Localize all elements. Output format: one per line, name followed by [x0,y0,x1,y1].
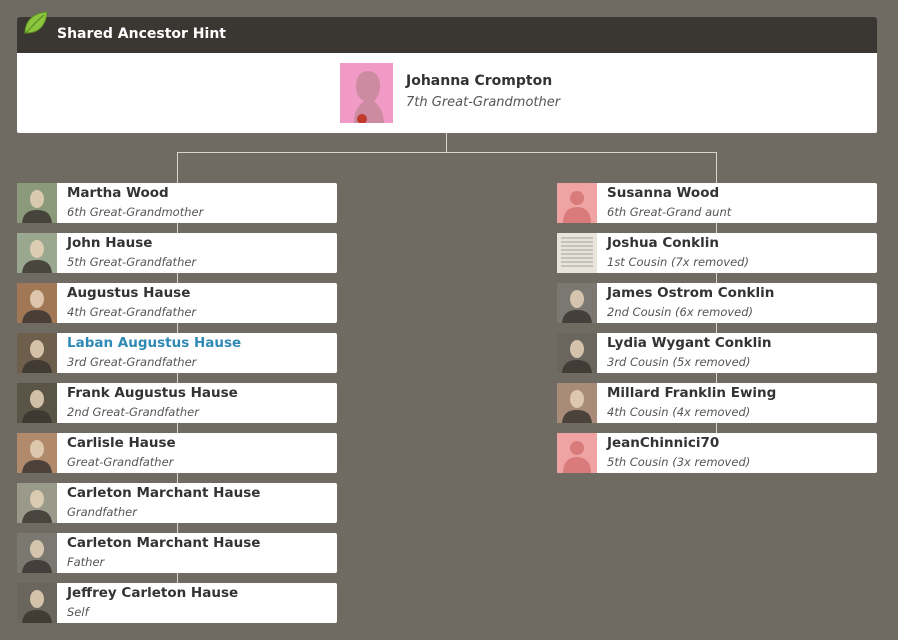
person-photo [17,333,57,373]
person-photo [557,333,597,373]
tree-line [177,152,717,153]
person-photo [17,233,57,273]
person-name[interactable]: Carleton Marchant Hause [67,535,260,551]
person-photo [17,483,57,523]
person-card[interactable]: Carlisle Hause Great-Grandfather [17,433,337,473]
person-relation: Father [67,555,105,569]
person-photo [17,583,57,623]
person-card[interactable]: Lydia Wygant Conklin 3rd Cousin (5x remov… [557,333,877,373]
person-card[interactable]: Jeffrey Carleton Hause Self [17,583,337,623]
person-card[interactable]: Carleton Marchant Hause Grandfather [17,483,337,523]
leaf-icon [24,11,48,34]
person-relation: 5th Great-Grandfather [67,255,197,269]
person-relation: 1st Cousin (7x removed) [607,255,749,269]
person-relation: Great-Grandfather [67,455,174,469]
person-relation: 3rd Great-Grandfather [67,355,197,369]
person-card[interactable]: Augustus Hause 4th Great-Grandfather [17,283,337,323]
person-card[interactable]: Frank Augustus Hause 2nd Great-Grandfathe… [17,383,337,423]
person-photo [17,383,57,423]
person-relation: 2nd Cousin (6x removed) [607,305,754,319]
person-card[interactable]: Carleton Marchant Hause Father [17,533,337,573]
person-card[interactable]: Martha Wood 6th Great-Grandmother [17,183,337,223]
person-photo [17,283,57,323]
person-card[interactable]: James Ostrom Conklin 2nd Cousin (6x remov… [557,283,877,323]
person-card[interactable]: Laban Augustus Hause 3rd Great-Grandfathe… [17,333,337,373]
person-card[interactable]: John Hause 5th Great-Grandfather [17,233,337,273]
person-card[interactable]: Joshua Conklin 1st Cousin (7x removed) [557,233,877,273]
person-name[interactable]: John Hause [67,235,152,251]
ancestor-name[interactable]: Johanna Crompton [406,73,552,89]
person-name[interactable]: Frank Augustus Hause [67,385,238,401]
person-name[interactable]: JeanChinnici70 [607,435,719,451]
person-relation: 6th Great-Grandmother [67,205,204,219]
person-relation: 3rd Cousin (5x removed) [607,355,751,369]
person-relation: 2nd Great-Grandfather [67,405,199,419]
person-name[interactable]: Carlisle Hause [67,435,176,451]
person-name[interactable]: Lydia Wygant Conklin [607,335,771,351]
person-name[interactable]: Susanna Wood [607,185,719,201]
person-name[interactable]: Millard Franklin Ewing [607,385,776,401]
person-card[interactable]: JeanChinnici70 5th Cousin (3x removed) [557,433,877,473]
tree-line [446,133,447,153]
person-name[interactable]: Carleton Marchant Hause [67,485,260,501]
person-name[interactable]: James Ostrom Conklin [607,285,774,301]
person-photo [17,533,57,573]
silhouette-avatar [557,433,597,473]
person-relation: Self [67,605,89,619]
person-photo [17,183,57,223]
person-relation: 6th Great-Grand aunt [607,205,732,219]
person-photo [557,283,597,323]
person-relation: 5th Cousin (3x removed) [607,455,751,469]
hint-title: Shared Ancestor Hint [57,26,226,42]
person-relation: 4th Great-Grandfather [67,305,197,319]
ancestor-silhouette [340,63,393,123]
person-relation: Grandfather [67,505,137,519]
shared-ancestor-card[interactable]: Johanna Crompton 7th Great-Grandmother [17,53,877,133]
person-name[interactable]: Laban Augustus Hause [67,335,241,351]
person-photo [17,433,57,473]
person-name[interactable]: Augustus Hause [67,285,190,301]
ancestor-relation: 7th Great-Grandmother [406,95,561,110]
person-name[interactable]: Martha Wood [67,185,169,201]
person-photo [557,233,597,273]
person-card[interactable]: Millard Franklin Ewing 4th Cousin (4x rem… [557,383,877,423]
person-relation: 4th Cousin (4x removed) [607,405,751,419]
person-card[interactable]: Susanna Wood 6th Great-Grand aunt [557,183,877,223]
hint-header: Shared Ancestor Hint [17,17,877,53]
person-name[interactable]: Jeffrey Carleton Hause [67,585,238,601]
person-photo [557,383,597,423]
person-name[interactable]: Joshua Conklin [607,235,719,251]
silhouette-avatar [557,183,597,223]
